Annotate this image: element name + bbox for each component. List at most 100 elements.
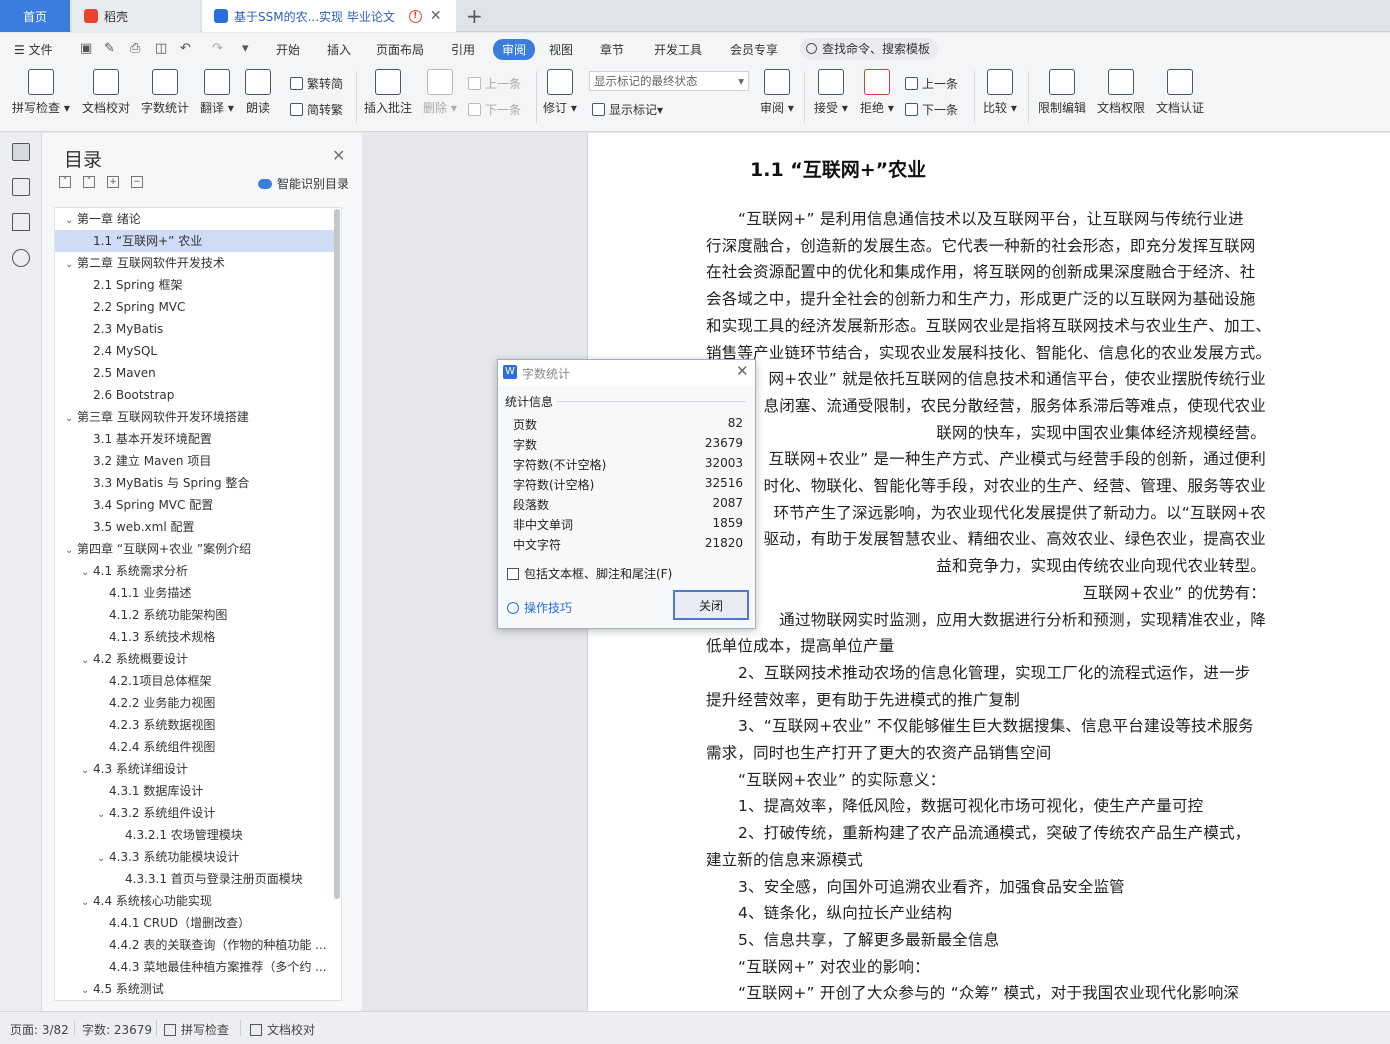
word-count-button[interactable]: 字数统计	[141, 69, 189, 116]
menu-item[interactable]: 开发工具	[654, 41, 702, 58]
accept-button[interactable]: 接受 ▾	[814, 69, 848, 116]
navigation-icon[interactable]	[12, 178, 30, 196]
customize-chevron-icon[interactable]: ▾	[242, 41, 249, 56]
compare-button[interactable]: 比较 ▾	[983, 69, 1017, 116]
toc-item[interactable]: 2.5 Maven	[55, 362, 335, 384]
toc-item[interactable]: 4.3.3.1 首页与登录注册页面模块	[55, 868, 335, 890]
toc-item[interactable]: 4.3.1 数据库设计	[55, 780, 335, 802]
toc-item[interactable]: 2.2 Spring MVC	[55, 296, 335, 318]
find-icon[interactable]	[12, 249, 30, 267]
toc-item[interactable]: 2.1 Spring 框架	[55, 274, 335, 296]
print-preview-icon[interactable]: ◫	[155, 41, 167, 56]
toc-item[interactable]: ⌄ 第三章 互联网软件开发环境搭建	[55, 406, 335, 428]
menu-item[interactable]: 章节	[600, 41, 624, 58]
toc-item[interactable]: 2.4 MySQL	[55, 340, 335, 362]
chevron-down-icon[interactable]: ⌄	[97, 804, 109, 824]
toc-item[interactable]: ⌄ 4.5 系统测试	[55, 978, 335, 1000]
toc-item[interactable]: 4.1.2 系统功能架构图	[55, 604, 335, 626]
simp-to-trad-button[interactable]: 简转繁	[290, 101, 343, 118]
command-search[interactable]: 查找命令、搜索模板	[800, 38, 938, 60]
include-textbox-checkbox[interactable]: 包括文本框、脚注和尾注(F)	[507, 565, 672, 582]
toc-item[interactable]: 4.4.1 CRUD（增删改查）	[55, 912, 335, 934]
prev-comment-button[interactable]: 上一条	[468, 75, 521, 92]
tab-document[interactable]: 基于SSM的农...实现 毕业论文! ✕	[202, 0, 456, 32]
close-icon[interactable]: ✕	[736, 362, 749, 380]
chevron-down-icon[interactable]: ⌄	[65, 408, 77, 428]
menu-item[interactable]: 开始	[276, 41, 300, 58]
smart-toc-button[interactable]: 智能识别目录	[258, 175, 349, 192]
collapse-all-icon[interactable]: ˅	[59, 176, 71, 188]
toc-item[interactable]: 4.2.4 系统组件视图	[55, 736, 335, 758]
prev-change-button[interactable]: 上一条	[905, 75, 958, 92]
doc-permission-button[interactable]: 文档权限	[1097, 69, 1145, 116]
checkbox-box[interactable]	[507, 567, 519, 580]
page-indicator[interactable]: 页面: 3/82	[10, 1021, 69, 1038]
toc-item[interactable]: ⌄ 4.1 系统需求分析	[55, 560, 335, 582]
spell-check-button[interactable]: 拼写检查 ▾	[12, 69, 70, 116]
chevron-down-icon[interactable]: ⌄	[65, 540, 77, 560]
toc-item[interactable]: 4.1.3 系统技术规格	[55, 626, 335, 648]
insert-comment-button[interactable]: 插入批注	[364, 69, 412, 116]
toc-item[interactable]: ⌄ 4.4 系统核心功能实现	[55, 890, 335, 912]
close-tab-icon[interactable]: ✕	[430, 8, 442, 24]
menu-item[interactable]: 插入	[327, 41, 351, 58]
toc-item[interactable]: 3.3 MyBatis 与 Spring 整合	[55, 472, 335, 494]
new-tab-button[interactable]: +	[466, 4, 483, 28]
toc-item[interactable]: ⌄ 第一章 绪论	[55, 208, 335, 230]
reject-button[interactable]: 拒绝 ▾	[860, 69, 894, 116]
file-menu[interactable]: ☰ 文件	[14, 41, 53, 58]
redo-icon[interactable]: ↷	[212, 41, 223, 56]
close-button[interactable]: 关闭	[673, 590, 749, 620]
word-count-indicator[interactable]: 字数: 23679	[82, 1021, 152, 1038]
undo-icon[interactable]: ↶	[180, 41, 191, 56]
print-icon[interactable]: ⎙	[130, 41, 140, 56]
review-pane-button[interactable]: 审阅 ▾	[760, 69, 794, 116]
toc-item[interactable]: ⌄ 第二章 互联网软件开发技术	[55, 252, 335, 274]
bookmark-icon[interactable]	[12, 213, 30, 231]
chevron-down-icon[interactable]: ⌄	[81, 980, 93, 1000]
tab-daoke[interactable]: 稻壳	[72, 0, 200, 32]
track-changes-button[interactable]: 修订 ▾	[543, 69, 577, 116]
toc-item[interactable]: ⌄ 4.3 系统详细设计	[55, 758, 335, 780]
status-spell-check[interactable]: 拼写检查	[164, 1021, 229, 1038]
chevron-down-icon[interactable]: ⌄	[65, 210, 77, 230]
menu-item[interactable]: 引用	[451, 41, 475, 58]
toc-item[interactable]: ⌄ 4.3.3 系统功能模块设计	[55, 846, 335, 868]
tab-home[interactable]: 首页	[0, 0, 70, 32]
toc-scrollbar[interactable]	[334, 209, 340, 899]
toc-item[interactable]: 4.2.3 系统数据视图	[55, 714, 335, 736]
toc-item[interactable]: 4.2.2 业务能力视图	[55, 692, 335, 714]
toc-item[interactable]: 4.4.2 表的关联查询（作物的种植功能 ...	[55, 934, 335, 956]
menu-item[interactable]: 视图	[549, 41, 573, 58]
toc-item[interactable]: 2.6 Bootstrap	[55, 384, 335, 406]
toc-item[interactable]: 4.4.3 菜地最佳种植方案推荐（多个约 ...	[55, 956, 335, 978]
save-icon[interactable]: ▣	[80, 41, 92, 56]
menu-item[interactable]: 页面布局	[376, 41, 424, 58]
toc-item[interactable]: 2.3 MyBatis	[55, 318, 335, 340]
read-aloud-button[interactable]: 朗读	[245, 69, 271, 116]
chevron-down-icon[interactable]: ⌄	[81, 760, 93, 780]
close-icon[interactable]: ✕	[332, 146, 345, 165]
expand-all-icon[interactable]: ˄	[83, 176, 95, 188]
warning-icon[interactable]: !	[408, 9, 422, 23]
tips-link[interactable]: 操作技巧	[507, 599, 572, 616]
toc-item[interactable]: 3.2 建立 Maven 项目	[55, 450, 335, 472]
restrict-edit-button[interactable]: 限制编辑	[1038, 69, 1086, 116]
chevron-down-icon[interactable]: ⌄	[81, 650, 93, 670]
menu-item[interactable]: 审阅	[493, 39, 536, 60]
markup-mode-select[interactable]: 显示标记的最终状态	[589, 71, 749, 91]
toc-item[interactable]: ⌄ 4.2 系统概要设计	[55, 648, 335, 670]
remove-item-icon[interactable]: −	[131, 176, 143, 188]
next-comment-button[interactable]: 下一条	[468, 101, 521, 118]
add-item-icon[interactable]: +	[107, 176, 119, 188]
toc-item[interactable]: 4.1.1 业务描述	[55, 582, 335, 604]
delete-comment-button[interactable]: 删除 ▾	[423, 69, 457, 116]
doc-proof-button[interactable]: 文档校对	[82, 69, 130, 116]
doc-cert-button[interactable]: 文档认证	[1156, 69, 1204, 116]
toc-item[interactable]: 1.1 “互联网+” 农业	[55, 230, 335, 252]
toc-item[interactable]: ⌄ 第四章 “互联网+农业 ”案例介绍	[55, 538, 335, 560]
next-change-button[interactable]: 下一条	[905, 101, 958, 118]
toc-item[interactable]: ⌄ 4.3.2 系统组件设计	[55, 802, 335, 824]
chevron-down-icon[interactable]: ⌄	[97, 848, 109, 868]
chevron-down-icon[interactable]: ⌄	[81, 892, 93, 912]
